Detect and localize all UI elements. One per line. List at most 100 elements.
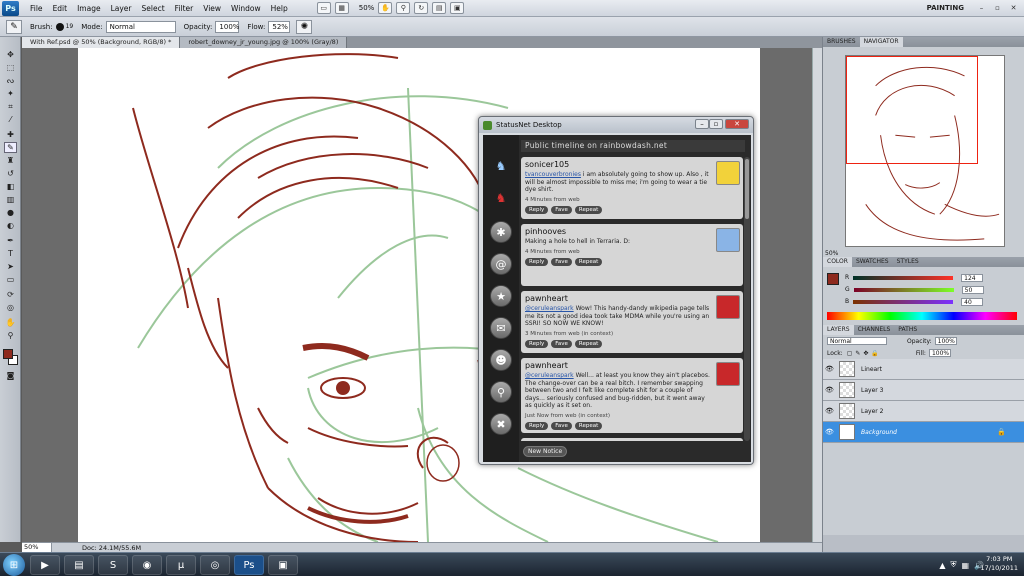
- canvas-vertical-scrollbar[interactable]: [812, 48, 822, 542]
- menu-select[interactable]: Select: [137, 0, 170, 17]
- notice-mention[interactable]: @ceruleanspark: [525, 305, 574, 312]
- type-tool-icon[interactable]: T: [4, 248, 17, 259]
- eyedropper-icon[interactable]: ⁄: [4, 114, 17, 125]
- blend-mode-select[interactable]: Normal: [827, 337, 887, 345]
- reply-button[interactable]: Reply: [525, 257, 549, 266]
- menu-help[interactable]: Help: [266, 0, 293, 17]
- utorrent-icon[interactable]: µ: [166, 555, 196, 575]
- media-player-icon[interactable]: ▶: [30, 555, 60, 575]
- notice-username[interactable]: pinhooves: [525, 227, 713, 236]
- brush-tool-preset-icon[interactable]: ✎: [6, 19, 22, 34]
- file-explorer-icon[interactable]: ▤: [64, 555, 94, 575]
- tab-navigator[interactable]: NAVIGATOR: [859, 37, 903, 47]
- arrange-icon[interactable]: ▦: [334, 2, 349, 14]
- layer-row-layer3[interactable]: 👁 Layer 3: [823, 380, 1024, 401]
- start-button-icon[interactable]: ⊞: [3, 554, 25, 576]
- layer-row-lineart[interactable]: 👁 Lineart: [823, 359, 1024, 380]
- menu-window[interactable]: Window: [226, 0, 266, 17]
- zoom-select[interactable]: 50%: [359, 4, 375, 12]
- menu-image[interactable]: Image: [72, 0, 106, 17]
- menu-file[interactable]: File: [25, 0, 48, 17]
- restore-icon[interactable]: ▫: [991, 2, 1004, 13]
- zoom-icon[interactable]: ⚲: [4, 330, 17, 341]
- new-notice-button[interactable]: New Notice: [523, 446, 568, 457]
- navigator-thumbnail[interactable]: [845, 55, 1005, 247]
- repeat-button[interactable]: Repeat: [574, 421, 603, 430]
- tab-channels[interactable]: CHANNELS: [854, 325, 895, 335]
- repeat-button[interactable]: Repeat: [574, 257, 603, 266]
- notice-username[interactable]: sonicer105: [525, 160, 713, 169]
- sn-minimize-icon[interactable]: –: [695, 119, 709, 129]
- notice-avatar[interactable]: [716, 161, 740, 185]
- status-zoom-field[interactable]: 50%: [22, 543, 52, 552]
- layer-row-layer2[interactable]: 👁 Layer 2: [823, 401, 1024, 422]
- eye-icon[interactable]: 👁: [825, 428, 835, 436]
- brush-preview-icon[interactable]: [55, 22, 64, 31]
- tab-with-ref[interactable]: With Ref.psd @ 50% (Background, RGB/8) *: [22, 37, 181, 48]
- red-slider[interactable]: [853, 275, 954, 280]
- tray-shield-icon[interactable]: ⛨: [950, 560, 956, 570]
- notice-avatar[interactable]: [716, 362, 740, 386]
- reply-button[interactable]: Reply: [525, 339, 549, 348]
- lock-icons[interactable]: ▢✎✥🔒: [847, 350, 882, 357]
- tab-robert-downey[interactable]: robert_downey_jr_young.jpg @ 100% (Gray/…: [180, 37, 348, 48]
- hand-tool-icon[interactable]: ✋: [4, 317, 17, 328]
- repeat-button[interactable]: Repeat: [574, 339, 603, 348]
- red-value[interactable]: 124: [961, 273, 984, 282]
- eye-icon[interactable]: 👁: [825, 386, 835, 394]
- public-timeline-icon[interactable]: ✱: [490, 221, 512, 243]
- feed-scroll-thumb[interactable]: [745, 159, 749, 219]
- mentions-icon[interactable]: @: [490, 253, 512, 275]
- sn-close-icon[interactable]: ✕: [725, 119, 749, 129]
- green-value[interactable]: 50: [961, 285, 984, 294]
- taskbar-clock[interactable]: 7:03 PM 17/10/2011: [981, 555, 1018, 573]
- 3d-orbit-icon[interactable]: ◎: [4, 302, 17, 313]
- notice-mention[interactable]: @ceruleanspark: [525, 372, 574, 379]
- user-avatar-icon[interactable]: ♞: [490, 155, 512, 177]
- search-icon[interactable]: ⚲: [490, 381, 512, 403]
- layer-row-background[interactable]: 👁 Background 🔒: [823, 422, 1024, 443]
- lasso-tool-icon[interactable]: ᔓ: [4, 75, 17, 86]
- brush-tool-icon[interactable]: ✎: [4, 142, 17, 153]
- notice-username[interactable]: thelastgherkin: [525, 441, 713, 442]
- eye-icon[interactable]: 👁: [825, 365, 835, 373]
- skype-icon[interactable]: S: [98, 555, 128, 575]
- notice-mention[interactable]: tvancouverbronies: [525, 171, 581, 178]
- tab-layers[interactable]: LAYERS: [823, 325, 854, 335]
- navigator-zoom[interactable]: 50%: [825, 250, 838, 257]
- color-panel-swatch[interactable]: [827, 273, 839, 285]
- tab-styles[interactable]: STYLES: [893, 257, 923, 267]
- feed-scrollbar[interactable]: [744, 157, 750, 441]
- notice-avatar[interactable]: [716, 295, 740, 319]
- remote-desktop-icon[interactable]: ▣: [268, 555, 298, 575]
- foreground-color-swatch[interactable]: [3, 349, 13, 359]
- navigator-view-box[interactable]: [846, 56, 978, 164]
- shape-tool-icon[interactable]: ▭: [4, 274, 17, 285]
- tab-color[interactable]: COLOR: [823, 257, 852, 267]
- flow-field[interactable]: 52%: [268, 20, 291, 33]
- notice-username[interactable]: pawnheart: [525, 294, 713, 303]
- opacity-field[interactable]: 100%: [215, 20, 239, 33]
- layer-opacity-field[interactable]: 100%: [934, 337, 957, 345]
- crop-tool-icon[interactable]: ⌗: [4, 101, 17, 112]
- menu-view[interactable]: View: [198, 0, 226, 17]
- blur-tool-icon[interactable]: ●: [4, 207, 17, 218]
- eraser-icon[interactable]: ◧: [4, 181, 17, 192]
- reply-button[interactable]: Reply: [525, 205, 549, 214]
- repeat-button[interactable]: Repeat: [574, 205, 603, 214]
- statusnet-icon[interactable]: ◎: [200, 555, 230, 575]
- menu-edit[interactable]: Edit: [48, 0, 73, 17]
- grid-icon[interactable]: ▤: [432, 2, 447, 14]
- fave-button[interactable]: Fave: [551, 257, 572, 266]
- zoom-tool-icon[interactable]: ⚲: [396, 2, 411, 14]
- move-tool-icon[interactable]: ✥: [4, 49, 17, 60]
- menu-filter[interactable]: Filter: [170, 0, 199, 17]
- gradient-icon[interactable]: ▥: [4, 194, 17, 205]
- marquee-tool-icon[interactable]: ⬚: [4, 62, 17, 73]
- messages-icon[interactable]: ✉: [490, 317, 512, 339]
- tab-brushes[interactable]: BRUSHES: [823, 37, 860, 47]
- clone-stamp-icon[interactable]: ♜: [4, 155, 17, 166]
- document-icon[interactable]: ▭: [316, 2, 331, 14]
- path-select-icon[interactable]: ➤: [4, 261, 17, 272]
- dodge-tool-icon[interactable]: ◐: [4, 220, 17, 231]
